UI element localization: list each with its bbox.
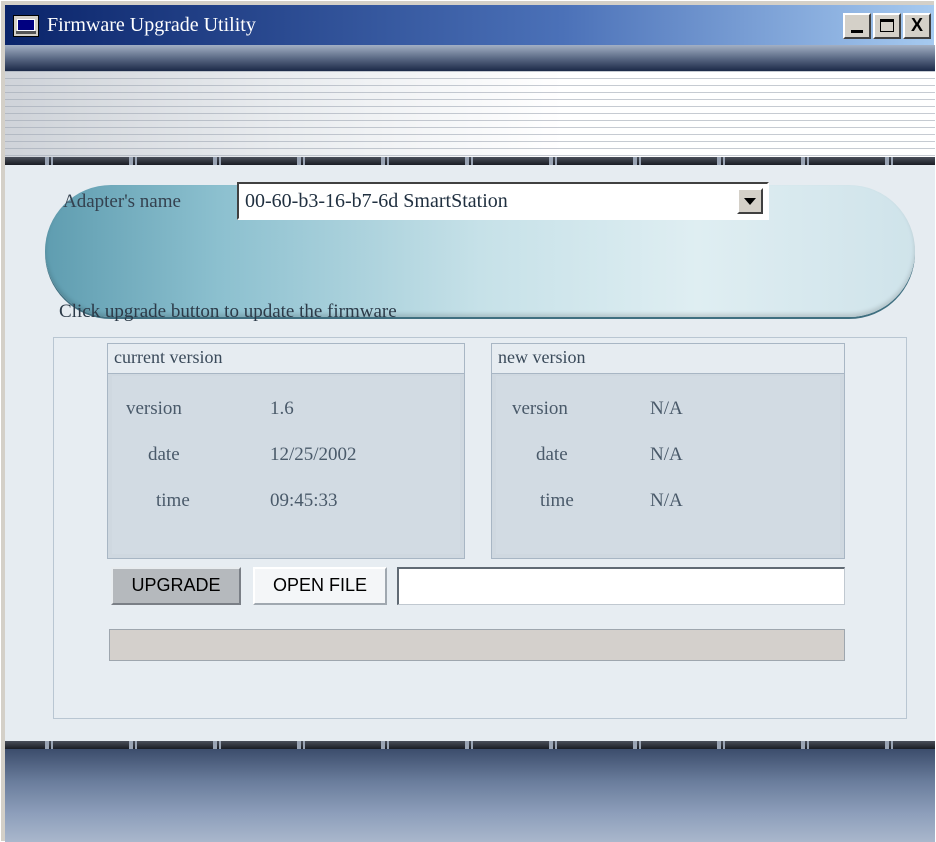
current-time-label: time xyxy=(156,490,190,511)
dropdown-button[interactable] xyxy=(737,188,763,214)
minimize-button[interactable] xyxy=(843,13,871,39)
computer-icon xyxy=(13,15,39,37)
current-time-value: 09:45:33 xyxy=(270,490,338,511)
upgrade-button[interactable]: UPGRADE xyxy=(111,567,241,605)
progress-bar xyxy=(109,629,845,661)
top-banner xyxy=(5,45,935,71)
instruction-text: Click upgrade button to update the firmw… xyxy=(59,301,397,322)
adapter-select-value: 00-60-b3-16-b7-6d SmartStation xyxy=(245,190,508,212)
new-time-label: time xyxy=(540,490,574,511)
current-version-value: 1.6 xyxy=(270,398,294,419)
open-file-button[interactable]: OPEN FILE xyxy=(253,567,387,605)
new-date-label: date xyxy=(536,444,568,465)
minimize-icon xyxy=(851,30,863,33)
chevron-down-icon xyxy=(744,198,756,205)
divider-strip-bottom xyxy=(5,741,935,749)
title-bar[interactable]: Firmware Upgrade Utility X xyxy=(5,5,934,45)
new-version-value: N/A xyxy=(650,398,683,419)
current-version-box: current version version 1.6 date 12/25/2… xyxy=(107,343,465,559)
window-title: Firmware Upgrade Utility xyxy=(47,14,256,36)
close-button[interactable]: X xyxy=(903,13,931,39)
new-version-box: new version version N/A date N/A time N/… xyxy=(491,343,845,559)
file-path-input[interactable] xyxy=(397,567,845,605)
new-date-value: N/A xyxy=(650,444,683,465)
current-version-header: current version xyxy=(108,344,464,374)
new-time-value: N/A xyxy=(650,490,683,511)
new-version-label: version xyxy=(512,398,568,419)
current-version-label: version xyxy=(126,398,182,419)
adapter-name-label: Adapter's name xyxy=(63,191,181,212)
maximize-button[interactable] xyxy=(873,13,901,39)
current-date-label: date xyxy=(148,444,180,465)
new-version-details: version N/A date N/A time N/A xyxy=(496,376,840,554)
app-window: Firmware Upgrade Utility X Adapter's nam… xyxy=(0,0,935,842)
footer-banner xyxy=(5,749,935,842)
header-graphic xyxy=(5,71,935,157)
new-version-header: new version xyxy=(492,344,844,374)
current-version-heading: current version xyxy=(114,347,223,367)
close-icon: X xyxy=(910,15,923,35)
current-version-details: version 1.6 date 12/25/2002 time 09:45:3… xyxy=(112,376,460,554)
current-date-value: 12/25/2002 xyxy=(270,444,357,465)
divider-strip xyxy=(5,157,935,165)
adapter-select[interactable]: 00-60-b3-16-b7-6d SmartStation xyxy=(237,182,769,220)
maximize-icon xyxy=(880,19,894,32)
new-version-heading: new version xyxy=(498,347,586,367)
